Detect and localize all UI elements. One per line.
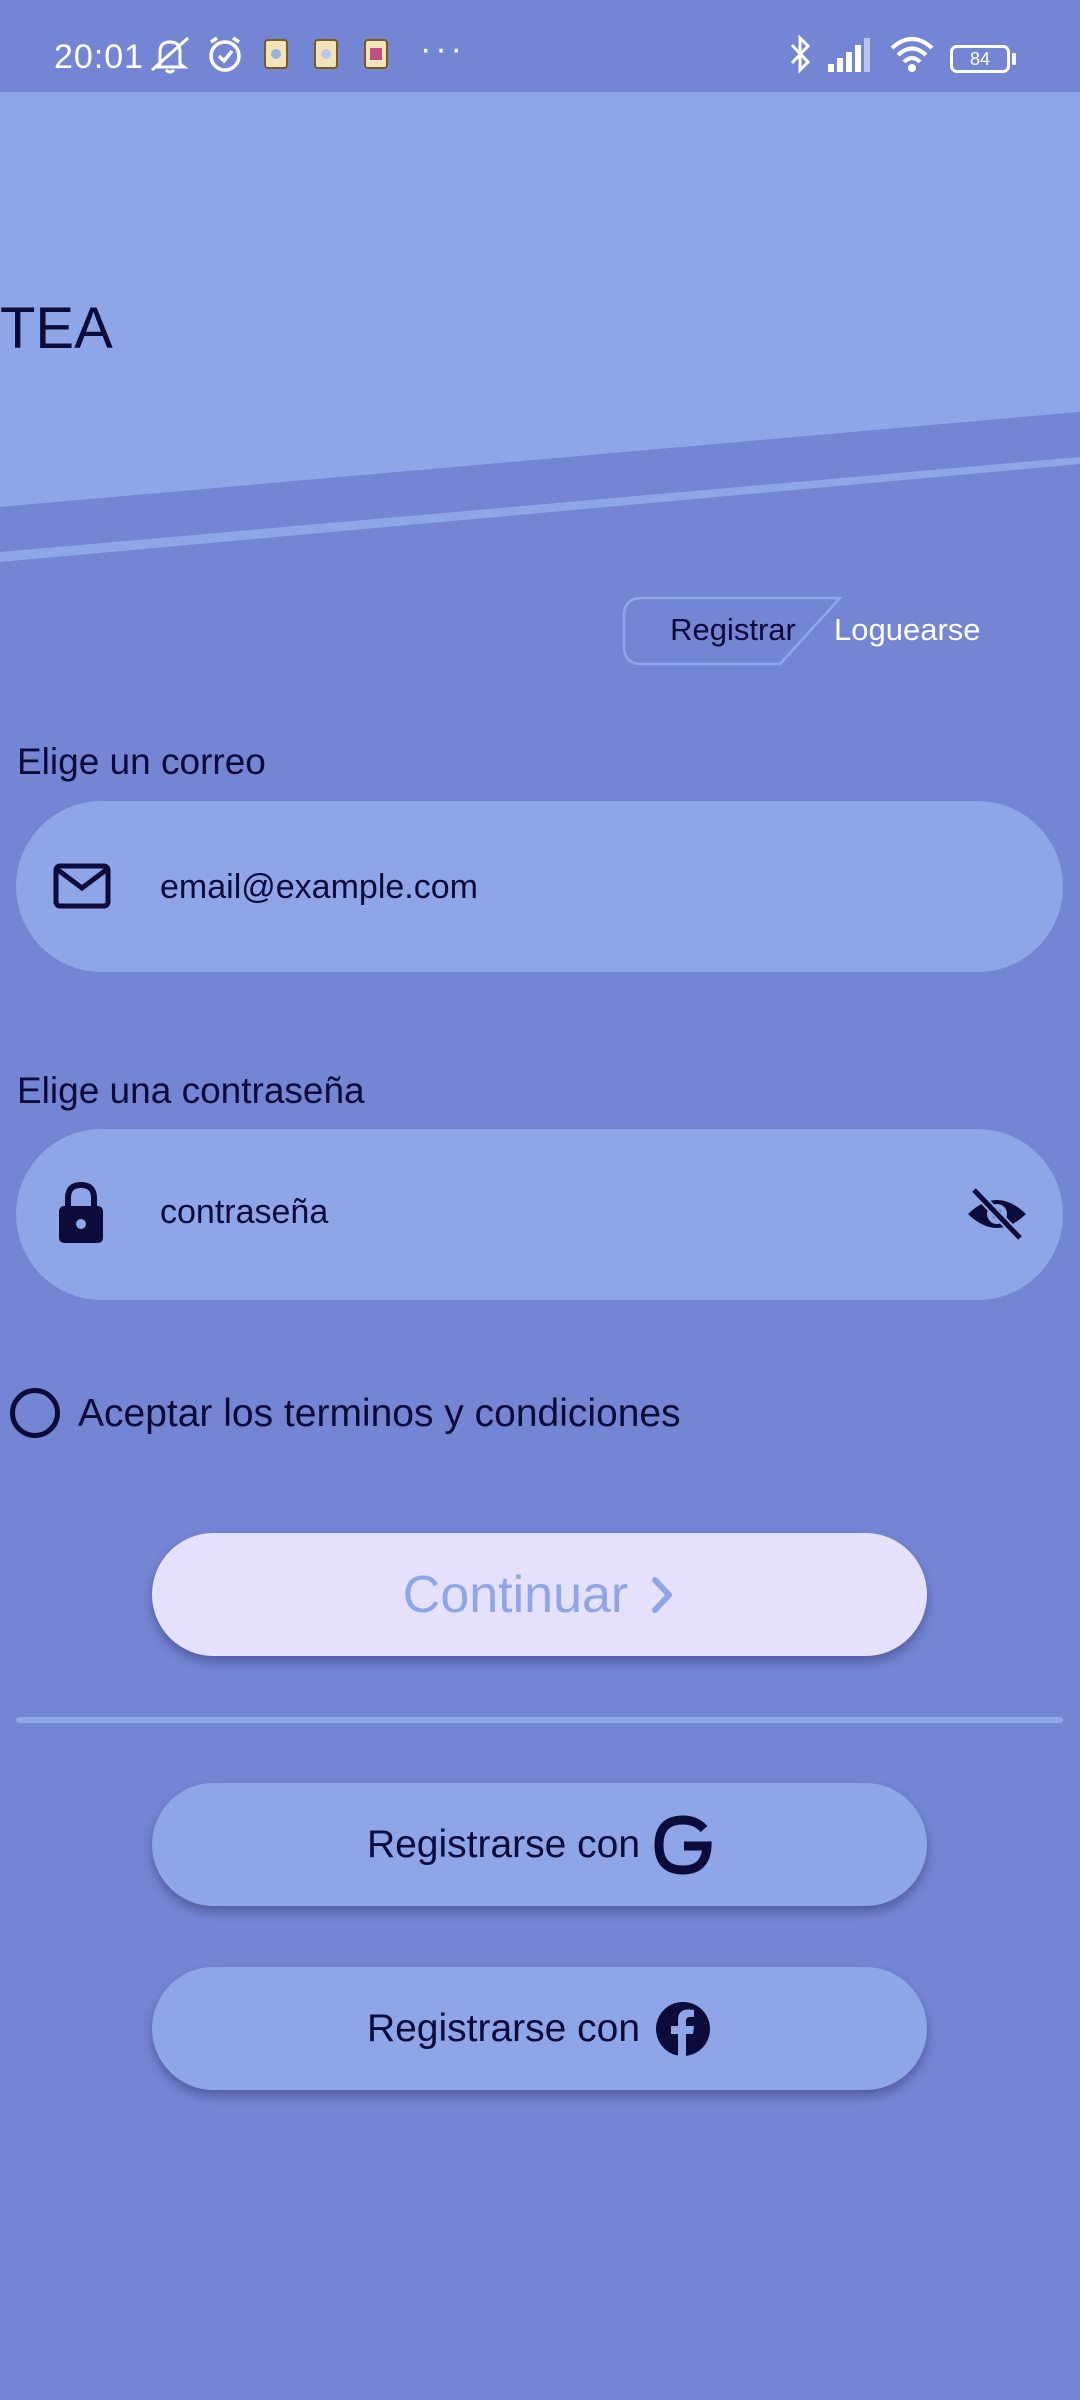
google-signup-label: Registrarse con: [366, 1822, 641, 1866]
email-label: Elige un correo: [17, 741, 266, 782]
app-notification-icon: [264, 39, 288, 69]
visibility-off-icon[interactable]: [964, 1186, 1030, 1242]
facebook-icon: [656, 2001, 711, 2056]
password-input[interactable]: [160, 1182, 920, 1242]
divider: [16, 1717, 1063, 1723]
terms-label[interactable]: Aceptar los terminos y condiciones: [78, 1392, 681, 1436]
mail-icon: [53, 863, 111, 909]
app-notification-icon: [364, 39, 388, 69]
tab-register[interactable]: Registrar: [658, 608, 808, 652]
tab-login[interactable]: Loguearse: [834, 608, 1014, 652]
continue-label: Continuar: [402, 1565, 629, 1624]
more-notifications-icon: ···: [420, 30, 466, 68]
lock-icon: [59, 1181, 103, 1243]
status-time: 20:01: [54, 38, 145, 76]
email-input[interactable]: [160, 857, 920, 917]
chevron-right-icon: [652, 1576, 673, 1613]
bluetooth-icon: [790, 34, 811, 74]
header-banner: [0, 92, 1080, 562]
google-icon: [654, 1814, 712, 1875]
wifi-icon: [890, 37, 934, 72]
alarm-icon: [209, 36, 241, 72]
signal-icon: [828, 38, 870, 72]
terms-radio[interactable]: [10, 1388, 60, 1438]
battery-level: 84: [969, 49, 991, 69]
battery-nub: [1012, 53, 1016, 65]
app-title: TEA: [0, 296, 113, 361]
google-signup-button[interactable]: Registrarse con: [152, 1783, 927, 1906]
mute-notification-icon: [151, 36, 189, 74]
password-label: Elige una contraseña: [17, 1070, 365, 1111]
facebook-signup-button[interactable]: Registrarse con: [152, 1967, 927, 2090]
facebook-signup-label: Registrarse con: [366, 2006, 641, 2050]
app-notification-icon: [314, 39, 338, 69]
continue-button[interactable]: Continuar: [152, 1533, 927, 1656]
